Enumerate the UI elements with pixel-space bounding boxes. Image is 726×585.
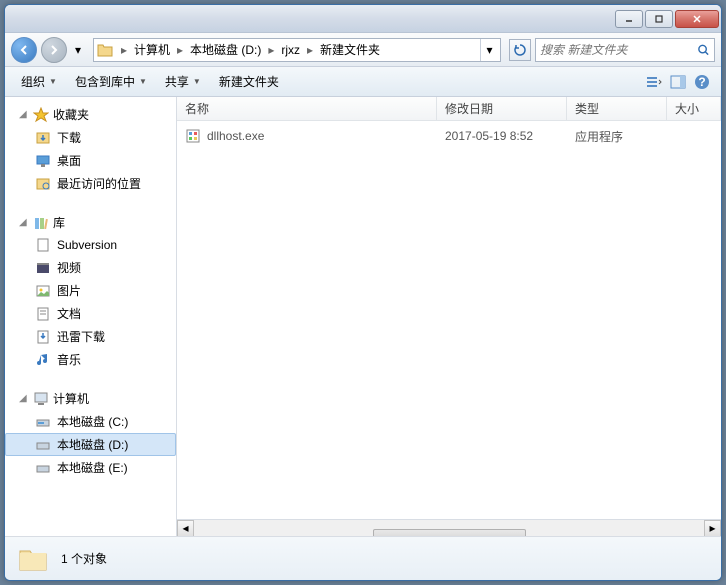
- col-type[interactable]: 类型: [567, 97, 667, 120]
- sidebar-videos[interactable]: 视频: [5, 256, 176, 279]
- minimize-button[interactable]: [615, 10, 643, 28]
- col-size[interactable]: 大小: [667, 97, 721, 120]
- drive-icon: [35, 437, 51, 453]
- new-folder-button[interactable]: 新建文件夹: [211, 70, 287, 93]
- computer-header[interactable]: ◢计算机: [5, 387, 176, 410]
- video-icon: [35, 260, 51, 276]
- toolbar: 组织▼ 包含到库中▼ 共享▼ 新建文件夹 ?: [5, 67, 721, 97]
- search-icon: [697, 43, 710, 57]
- sidebar-xunlei[interactable]: 迅雷下载: [5, 325, 176, 348]
- organize-button[interactable]: 组织▼: [13, 70, 65, 93]
- svg-text:?: ?: [698, 75, 705, 89]
- refresh-button[interactable]: [509, 39, 531, 61]
- music-icon: [35, 352, 51, 368]
- breadcrumb-sep-icon[interactable]: ▸: [265, 43, 277, 57]
- address-dropdown[interactable]: ▾: [480, 39, 498, 61]
- sidebar-drive-e[interactable]: 本地磁盘 (E:): [5, 456, 176, 479]
- libraries-header[interactable]: ◢库: [5, 211, 176, 234]
- status-text: 1 个对象: [61, 550, 107, 567]
- breadcrumb-sep-icon[interactable]: ▸: [304, 43, 316, 57]
- nav-history-dropdown[interactable]: ▾: [71, 40, 85, 60]
- maximize-button[interactable]: [645, 10, 673, 28]
- sidebar-downloads[interactable]: 下载: [5, 126, 176, 149]
- library-icon: [33, 215, 49, 231]
- download-icon: [35, 329, 51, 345]
- drive-icon: [35, 414, 51, 430]
- breadcrumb-folder1[interactable]: rjxz: [277, 39, 304, 61]
- download-icon: [35, 130, 51, 146]
- scroll-right-button[interactable]: ▸: [704, 520, 721, 537]
- recent-icon: [35, 176, 51, 192]
- scroll-left-button[interactable]: ◂: [177, 520, 194, 537]
- exe-icon: [185, 128, 201, 144]
- sidebar-drive-d[interactable]: 本地磁盘 (D:): [5, 433, 176, 456]
- file-modified: 2017-05-19 8:52: [437, 129, 567, 143]
- breadcrumb-drive[interactable]: 本地磁盘 (D:): [186, 39, 265, 61]
- sidebar-music[interactable]: 音乐: [5, 348, 176, 371]
- view-options-button[interactable]: [643, 71, 665, 93]
- file-name: dllhost.exe: [207, 129, 264, 143]
- body: ◢收藏夹 下载 桌面 最近访问的位置 ◢库 Subversion 视频 图片 文…: [5, 97, 721, 536]
- status-bar: 1 个对象: [5, 536, 721, 580]
- col-name[interactable]: 名称: [177, 97, 437, 120]
- sidebar-documents[interactable]: 文档: [5, 302, 176, 325]
- nav-bar: ▾ ▸ 计算机 ▸ 本地磁盘 (D:) ▸ rjxz ▸ 新建文件夹 ▾: [5, 33, 721, 67]
- preview-pane-button[interactable]: [667, 71, 689, 93]
- breadcrumb-computer[interactable]: 计算机: [130, 39, 174, 61]
- sidebar-recent[interactable]: 最近访问的位置: [5, 172, 176, 195]
- star-icon: [33, 107, 49, 123]
- share-button[interactable]: 共享▼: [157, 70, 209, 93]
- file-row[interactable]: dllhost.exe 2017-05-19 8:52 应用程序: [177, 125, 721, 147]
- titlebar: [5, 5, 721, 33]
- help-button[interactable]: ?: [691, 71, 713, 93]
- doc-icon: [35, 306, 51, 322]
- computer-icon: [33, 391, 49, 407]
- search-box[interactable]: [535, 38, 715, 62]
- folder-large-icon: [17, 543, 49, 575]
- column-headers: 名称 修改日期 类型 大小: [177, 97, 721, 121]
- address-bar[interactable]: ▸ 计算机 ▸ 本地磁盘 (D:) ▸ rjxz ▸ 新建文件夹 ▾: [93, 38, 501, 62]
- include-library-button[interactable]: 包含到库中▼: [67, 70, 155, 93]
- explorer-window: ▾ ▸ 计算机 ▸ 本地磁盘 (D:) ▸ rjxz ▸ 新建文件夹 ▾ 组织▼…: [4, 4, 722, 581]
- search-input[interactable]: [540, 43, 697, 57]
- sidebar-subversion[interactable]: Subversion: [5, 234, 176, 256]
- desktop-icon: [35, 153, 51, 169]
- breadcrumb-sep-icon[interactable]: ▸: [118, 43, 130, 57]
- sidebar-drive-c[interactable]: 本地磁盘 (C:): [5, 410, 176, 433]
- close-button[interactable]: [675, 10, 719, 28]
- horizontal-scrollbar[interactable]: ◂ ▸: [177, 519, 721, 536]
- sidebar-desktop[interactable]: 桌面: [5, 149, 176, 172]
- col-modified[interactable]: 修改日期: [437, 97, 567, 120]
- sidebar-pictures[interactable]: 图片: [5, 279, 176, 302]
- folder-icon: [96, 41, 114, 59]
- favorites-header[interactable]: ◢收藏夹: [5, 103, 176, 126]
- nav-pane: ◢收藏夹 下载 桌面 最近访问的位置 ◢库 Subversion 视频 图片 文…: [5, 97, 177, 536]
- back-button[interactable]: [11, 37, 37, 63]
- forward-button[interactable]: [41, 37, 67, 63]
- doc-icon: [35, 237, 51, 253]
- picture-icon: [35, 283, 51, 299]
- drive-icon: [35, 460, 51, 476]
- breadcrumb-sep-icon[interactable]: ▸: [174, 43, 186, 57]
- scroll-thumb[interactable]: [373, 529, 526, 536]
- file-list[interactable]: dllhost.exe 2017-05-19 8:52 应用程序: [177, 121, 721, 519]
- file-view: 名称 修改日期 类型 大小 dllhost.exe 2017-05-19 8:5…: [177, 97, 721, 536]
- breadcrumb-folder2[interactable]: 新建文件夹: [316, 39, 384, 61]
- file-type: 应用程序: [567, 128, 667, 145]
